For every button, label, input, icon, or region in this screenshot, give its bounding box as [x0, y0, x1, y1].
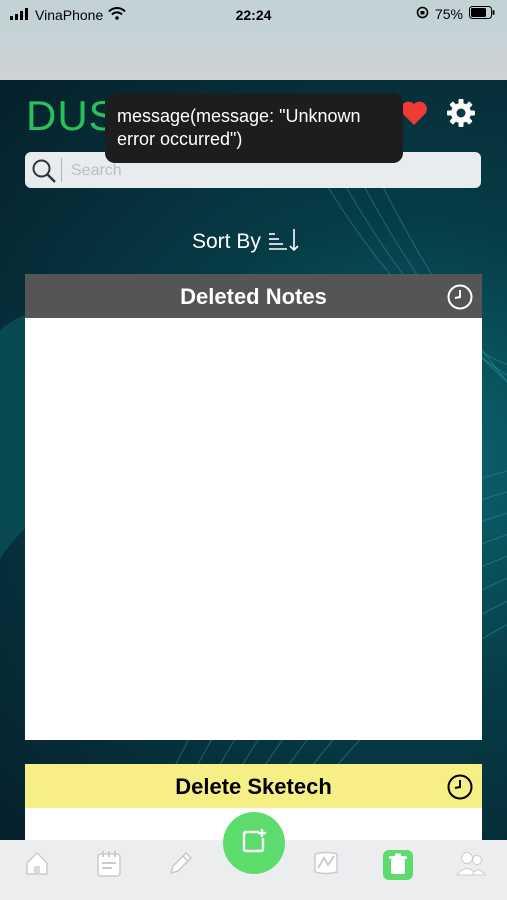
trash-icon[interactable]	[383, 850, 413, 885]
gear-icon[interactable]	[446, 98, 476, 133]
clock-icon[interactable]	[446, 773, 474, 806]
sketch-icon[interactable]	[312, 850, 340, 881]
deleted-notes-title: Deleted Notes	[180, 284, 327, 309]
heart-icon[interactable]	[400, 100, 428, 131]
users-icon[interactable]	[455, 850, 486, 883]
delete-sketch-header: Delete Sketech	[25, 764, 482, 808]
app-area: DUST BIN Sort By	[0, 80, 507, 840]
search-divider	[61, 158, 62, 182]
battery-icon	[469, 6, 495, 22]
sort-icon	[267, 226, 301, 258]
battery-group: 75%	[416, 6, 495, 22]
pencil-icon[interactable]	[168, 850, 194, 881]
error-toast: message(message: "Unknown error occurred…	[105, 93, 403, 163]
top-spacer	[0, 30, 507, 80]
new-note-fab[interactable]	[223, 812, 285, 874]
notepad-icon[interactable]	[96, 850, 122, 883]
orientation-lock-icon	[416, 6, 429, 22]
clock-icon[interactable]	[446, 283, 474, 316]
deleted-notes-list	[25, 318, 482, 740]
delete-sketch-title: Delete Sketech	[175, 774, 332, 799]
status-bar: VinaPhone 22:24 75%	[0, 0, 507, 30]
search-icon	[31, 158, 57, 189]
sort-by-button[interactable]: Sort By	[192, 226, 301, 258]
deleted-notes-header: Deleted Notes	[25, 274, 482, 318]
new-note-icon	[239, 826, 269, 861]
home-icon[interactable]	[24, 850, 50, 881]
sort-by-label: Sort By	[192, 230, 261, 253]
battery-percent: 75%	[434, 6, 463, 22]
